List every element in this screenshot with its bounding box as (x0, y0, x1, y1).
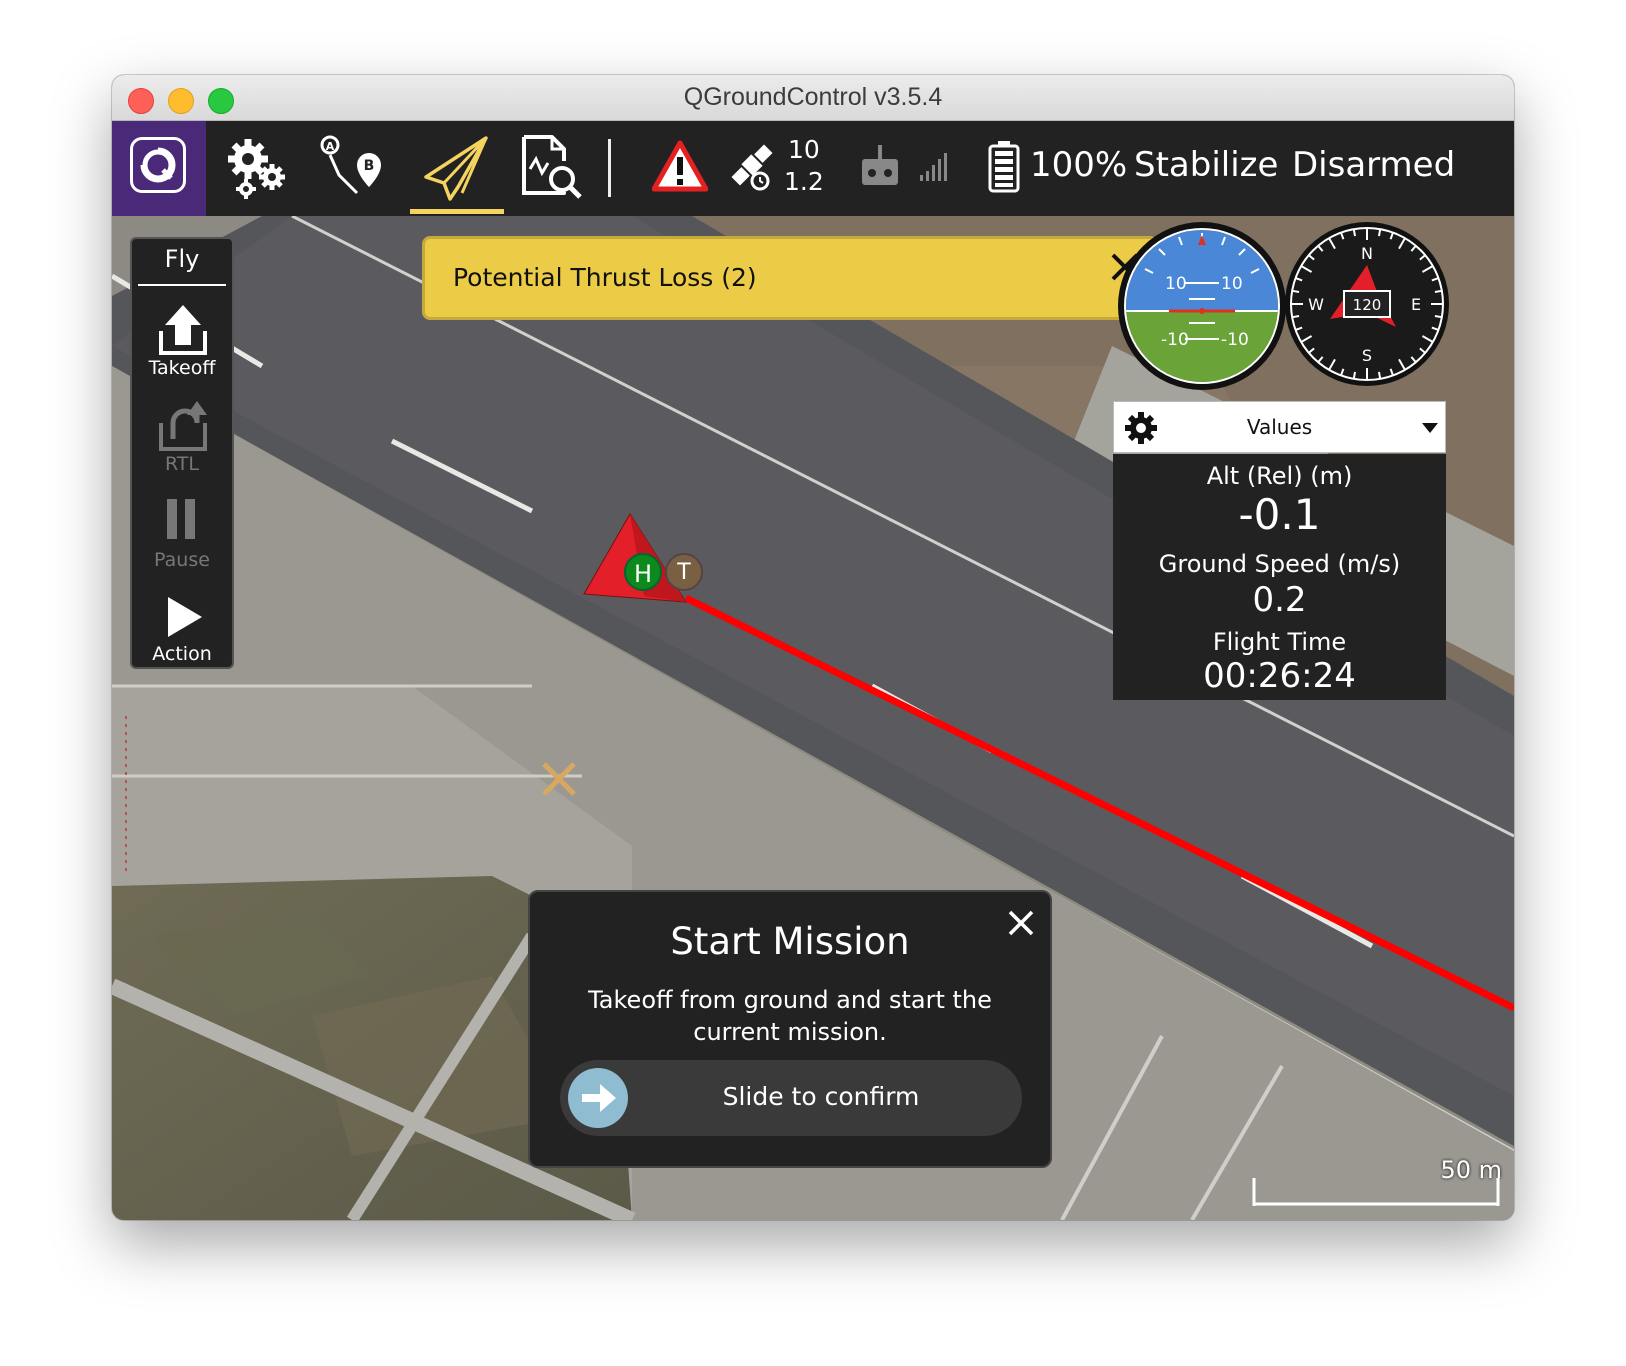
attitude-indicator[interactable]: 10 10 -10 -10 (1117, 221, 1287, 395)
values-panel: Alt (Rel) (m) -0.1 Ground Speed (m/s) 0.… (1113, 454, 1446, 700)
main-toolbar: A B 10 1.2 100% Stabilize Disarmed (112, 121, 1514, 216)
gps-count: 10 (788, 135, 820, 164)
svg-text:A: A (326, 140, 335, 153)
compass-heading: 120 (1353, 296, 1382, 314)
dialog-message: Takeoff from ground and start the curren… (588, 986, 992, 1046)
pitch-tick-label: -10 (1161, 330, 1189, 350)
arrow-right-icon (582, 1084, 616, 1112)
home-marker-label: H (633, 560, 653, 588)
pitch-tick-label: 10 (1221, 274, 1243, 294)
toolbar-separator (608, 139, 611, 197)
battery-percent: 100% (1030, 145, 1128, 185)
pitch-tick-label: -10 (1221, 330, 1249, 350)
compass-tick (1291, 314, 1300, 319)
fly-paper-plane-icon[interactable] (422, 133, 492, 207)
gps-satellite-icon[interactable] (726, 139, 778, 199)
pitch-tick-label: 10 (1165, 274, 1187, 294)
compass-tick (1291, 289, 1300, 294)
fly-panel-title: Fly (164, 245, 200, 273)
compass-south: S (1362, 346, 1372, 365)
ground-speed-value: 0.2 (1252, 580, 1307, 620)
flight-time-label: Flight Time (1212, 628, 1347, 656)
slider-handle[interactable] (568, 1068, 628, 1128)
alert-banner: Potential Thrust Loss (2) (422, 236, 1158, 320)
chevron-down-icon[interactable] (1421, 422, 1439, 434)
play-icon (168, 597, 202, 637)
flight-mode-selector[interactable]: Stabilize (1134, 145, 1278, 185)
title-bar: QGroundControl v3.5.4 (112, 75, 1514, 121)
battery-icon[interactable] (988, 141, 1020, 197)
compass-north: N (1361, 244, 1373, 263)
active-tab-indicator (410, 209, 504, 214)
rtl-button[interactable]: RTL (132, 399, 232, 491)
pause-label: Pause (154, 549, 210, 571)
takeoff-button[interactable]: Takeoff (132, 303, 232, 395)
action-button[interactable]: Action (132, 591, 232, 671)
close-icon (1008, 910, 1034, 936)
compass-tick (1377, 228, 1382, 237)
map-scale-bar (1252, 1178, 1500, 1206)
slide-to-confirm[interactable]: Slide to confirm (560, 1060, 1022, 1136)
ground-speed-label: Ground Speed (m/s) (1158, 550, 1401, 578)
signal-bars-icon (918, 151, 948, 187)
rtl-label: RTL (164, 453, 199, 475)
flight-time-value: 00:26:24 (1203, 656, 1356, 696)
start-mission-dialog: Start Mission Takeoff from ground and st… (528, 890, 1052, 1168)
plan-route-icon[interactable]: A B (317, 133, 387, 207)
altitude-value: -0.1 (1238, 490, 1321, 539)
altitude-label: Alt (Rel) (m) (1206, 462, 1353, 490)
action-label: Action (152, 643, 212, 665)
qgc-logo-button[interactable] (112, 121, 206, 216)
slider-label: Slide to confirm (722, 1082, 920, 1111)
values-header[interactable]: Values (1113, 401, 1446, 453)
app-window: QGroundControl v3.5.4 A B 10 1.2 100% St… (112, 75, 1514, 1220)
warning-icon[interactable] (651, 139, 709, 199)
takeoff-label: Takeoff (148, 357, 216, 379)
map-view[interactable]: H T Fly Takeoff RTL Pause Action Potenti… (112, 216, 1514, 1220)
home-marker[interactable]: H (624, 553, 662, 591)
svg-text:B: B (364, 158, 375, 174)
compass-west: W (1308, 295, 1324, 314)
rtl-return-icon (159, 401, 207, 451)
pause-icon (167, 499, 195, 539)
alert-message: Potential Thrust Loss (2) (453, 263, 757, 292)
compass-tick (1377, 371, 1382, 380)
analyze-document-icon[interactable] (518, 133, 588, 207)
compass-indicator[interactable]: N E S W 120 (1284, 219, 1450, 393)
gps-hdop: 1.2 (784, 167, 824, 196)
compass-tick (1434, 314, 1443, 319)
compass-tick (1352, 371, 1357, 380)
compass-east: E (1411, 295, 1421, 314)
compass-tick (1352, 228, 1357, 237)
takeoff-marker[interactable]: T (665, 553, 703, 591)
takeoff-marker-label: T (677, 560, 691, 585)
window-title: QGroundControl v3.5.4 (683, 83, 943, 111)
dialog-close-button[interactable] (1006, 908, 1036, 938)
rc-remote-icon[interactable] (860, 145, 900, 193)
takeoff-arrow-icon (159, 305, 207, 355)
dialog-title: Start Mission (670, 920, 910, 963)
arm-state-button[interactable]: Disarmed (1292, 145, 1455, 185)
fly-panel-divider (138, 284, 226, 286)
qgc-logo-icon (130, 137, 186, 193)
pause-button[interactable]: Pause (132, 497, 232, 589)
compass-tick (1434, 289, 1443, 294)
fly-toolstrip: Fly Takeoff RTL Pause Action (130, 237, 234, 669)
values-title: Values (1246, 415, 1313, 439)
settings-gears-icon[interactable] (222, 133, 292, 207)
